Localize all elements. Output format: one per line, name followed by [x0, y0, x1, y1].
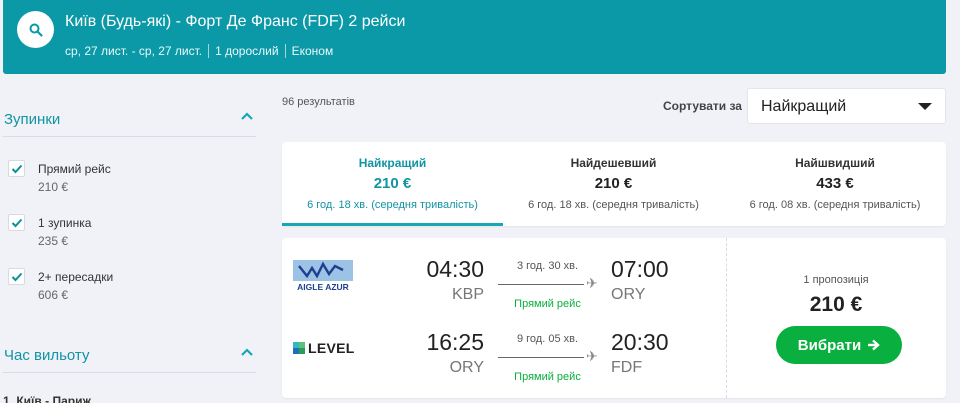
flight-leg-connection: LEVEL 16:25 ORY 9 год. 05 хв. ✈ Прямий р… — [282, 315, 726, 387]
aigle-azur-logo-icon: AIGLE AZUR — [293, 260, 353, 292]
chevron-up-icon[interactable] — [240, 111, 254, 121]
airline-name: LEVEL — [308, 340, 355, 356]
filter-price: 606 € — [38, 288, 69, 302]
plane-icon: ✈ — [586, 348, 598, 364]
result-price: 210 € — [809, 293, 863, 316]
tab-cheapest[interactable]: Найдешевший 210 € 6 год. 18 хв. (середня… — [503, 142, 724, 226]
departure-airport: KBP — [451, 286, 484, 303]
arrow-right-icon — [868, 339, 880, 351]
tab-duration: 6 год. 18 хв. (середня тривалість) — [528, 199, 699, 211]
checkbox-one-stop[interactable] — [8, 214, 25, 231]
checkmark-icon — [11, 218, 22, 227]
departure-time: 04:30 — [426, 256, 484, 282]
sort-dropdown[interactable]: Найкращий — [747, 88, 946, 124]
tab-best[interactable]: Найкращий 210 € 6 год. 18 хв. (середня т… — [282, 142, 503, 226]
checkbox-direct[interactable] — [8, 160, 25, 177]
stops-filter-header[interactable]: Зупинки — [3, 97, 256, 137]
filters-sidebar: Зупинки Прямий рейс 210 € 1 зупинка 235 … — [0, 95, 262, 403]
search-summary: ср, 27 лист. - ср, 27 лист. 1 дорослий Е… — [65, 44, 339, 58]
tab-price: 210 € — [594, 175, 633, 192]
results-count: 96 результатів — [282, 96, 355, 108]
arrival-airport: FDF — [611, 359, 643, 376]
route-line — [498, 284, 584, 285]
filter-price: 235 € — [38, 234, 69, 248]
caret-down-icon — [918, 103, 932, 110]
sort-label: Сортувати за — [663, 99, 742, 113]
filter-label: Прямий рейс — [38, 162, 111, 176]
level-logo-icon — [293, 342, 305, 354]
route-line — [498, 357, 584, 358]
checkmark-icon — [11, 272, 22, 281]
checkmark-icon — [11, 164, 22, 173]
stops-info: Прямий рейс — [514, 371, 581, 383]
arrival-time: 07:00 — [611, 256, 669, 282]
tab-price: 210 € — [373, 175, 412, 192]
departure-airport: ORY — [449, 359, 484, 376]
departure-route-label: 1. Київ - Париж — [3, 394, 91, 403]
search-header[interactable]: Київ (Будь-які) - Форт Де Франс (FDF) 2 … — [3, 0, 946, 74]
sort-value: Найкращий — [761, 98, 847, 115]
card-divider — [726, 238, 727, 398]
search-icon — [29, 23, 43, 37]
filter-label: 2+ пересадки — [38, 270, 114, 284]
stops-info: Прямий рейс — [514, 298, 581, 310]
filter-price: 210 € — [38, 180, 69, 194]
departure-filter-title: Час вильоту — [4, 347, 90, 364]
offers-count: 1 пропозиція — [803, 274, 869, 286]
chevron-up-icon[interactable] — [240, 347, 254, 357]
select-button-label: Вибрати — [797, 336, 862, 354]
departure-time: 16:25 — [426, 329, 484, 355]
departure-filter-header[interactable]: Час вильоту — [3, 333, 256, 373]
filter-label: 1 зупинка — [38, 216, 92, 230]
checkbox-two-plus[interactable] — [8, 268, 25, 285]
passenger-count: 1 дорослий — [208, 44, 284, 58]
flight-leg-outbound: AIGLE AZUR 04:30 KBP 3 год. 30 хв. ✈ Пря… — [282, 242, 726, 314]
trip-dates: ср, 27 лист. - ср, 27 лист. — [65, 44, 203, 58]
arrival-time: 20:30 — [611, 329, 669, 355]
airline-logo: LEVEL — [293, 340, 355, 356]
plane-icon: ✈ — [586, 275, 598, 291]
select-button[interactable]: Вибрати — [776, 326, 902, 364]
tab-price: 433 € — [816, 175, 854, 192]
tab-name: Найшвидший — [795, 156, 875, 170]
stops-filter-title: Зупинки — [4, 111, 61, 128]
cabin-class: Економ — [284, 44, 340, 58]
result-card[interactable]: AIGLE AZUR 04:30 KBP 3 год. 30 хв. ✈ Пря… — [282, 238, 946, 398]
search-button[interactable] — [17, 11, 54, 48]
tab-name: Найдешевший — [570, 156, 657, 170]
svg-text:AIGLE AZUR: AIGLE AZUR — [297, 282, 349, 292]
sort-tabs: Найкращий 210 € 6 год. 18 хв. (середня т… — [282, 142, 946, 226]
tab-duration: 6 год. 18 хв. (середня тривалість) — [307, 199, 478, 211]
airline-logo: AIGLE AZUR — [293, 260, 353, 292]
tab-fastest[interactable]: Найшвидший 433 € 6 год. 08 хв. (середня … — [724, 142, 946, 226]
tab-duration: 6 год. 08 хв. (середня тривалість) — [749, 199, 921, 211]
tab-name: Найкращий — [358, 156, 427, 170]
route-title: Київ (Будь-які) - Форт Де Франс (FDF) 2 … — [65, 13, 406, 30]
flight-duration: 9 год. 05 хв. — [516, 333, 579, 345]
flight-duration: 3 год. 30 хв. — [516, 260, 579, 272]
arrival-airport: ORY — [611, 286, 646, 303]
